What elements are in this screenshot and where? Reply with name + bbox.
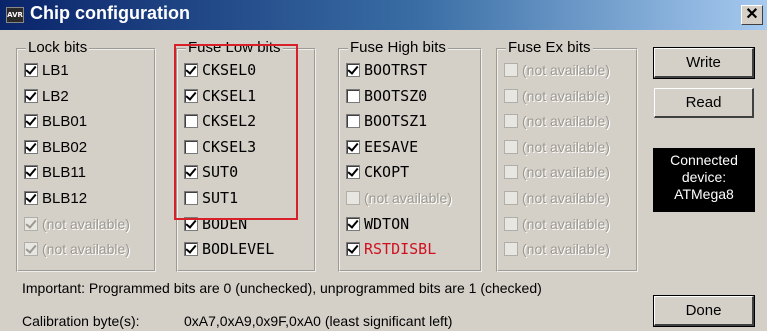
connected-device-name: ATMega8 xyxy=(674,186,734,202)
checkbox-icon xyxy=(504,88,518,103)
checkbox-icon xyxy=(24,242,38,257)
checkbox-icon[interactable] xyxy=(346,139,360,154)
fuse-ex-unavailable: (not available) xyxy=(504,160,610,186)
lock-bit-blb11[interactable]: BLB11 xyxy=(24,160,130,186)
checkbox-icon xyxy=(504,165,518,180)
lock-bit-unavailable: (not available) xyxy=(24,237,130,263)
lock-bits-title: Lock bits xyxy=(26,39,90,56)
fuse-high-ckopt[interactable]: CKOPT xyxy=(346,160,452,186)
checkbox-icon[interactable] xyxy=(346,114,360,129)
lock-bit-blb01[interactable]: BLB01 xyxy=(24,109,130,135)
lock-bit-lb2[interactable]: LB2 xyxy=(24,84,130,110)
fuse-high-rstdisbl[interactable]: RSTDISBL xyxy=(346,237,452,263)
checkbox-icon[interactable] xyxy=(346,88,360,103)
checkbox-icon[interactable] xyxy=(346,165,360,180)
connected-device-line2: device: xyxy=(681,169,727,185)
fuse-low-highlight-box xyxy=(174,44,298,220)
connected-device-line1: Connected xyxy=(670,152,738,168)
checkbox-icon xyxy=(504,190,518,205)
fuse-high-eesave[interactable]: EESAVE xyxy=(346,135,452,161)
fuse-ex-unavailable: (not available) xyxy=(504,135,610,161)
programming-note: Important: Programmed bits are 0 (unchec… xyxy=(22,280,542,296)
read-button[interactable]: Read xyxy=(654,88,754,118)
lock-bit-blb02[interactable]: BLB02 xyxy=(24,135,130,161)
lock-bits-group: Lock bits LB1 LB2 BLB01 BLB02 BLB11 BLB1… xyxy=(16,39,156,272)
fuse-high-unavailable: (not available) xyxy=(346,186,452,212)
fuse-ex-unavailable: (not available) xyxy=(504,212,610,238)
checkbox-icon[interactable] xyxy=(346,216,360,231)
fuse-high-group: Fuse High bits BOOTRST BOOTSZ0 BOOTSZ1 E… xyxy=(338,39,482,272)
lock-bit-lb1[interactable]: LB1 xyxy=(24,58,130,84)
fuse-high-bootsz1[interactable]: BOOTSZ1 xyxy=(346,109,452,135)
checkbox-icon[interactable] xyxy=(24,114,38,129)
calibration-label: Calibration byte(s): xyxy=(22,313,140,329)
checkbox-icon xyxy=(346,190,360,205)
fuse-ex-unavailable: (not available) xyxy=(504,237,610,263)
checkbox-icon[interactable] xyxy=(24,139,38,154)
avr-app-icon: AVR xyxy=(6,7,24,23)
checkbox-icon[interactable] xyxy=(346,242,360,257)
checkbox-icon[interactable] xyxy=(24,63,38,77)
checkbox-icon xyxy=(504,242,518,257)
close-button[interactable]: ✕ xyxy=(741,5,763,25)
fuse-high-bootrst[interactable]: BOOTRST xyxy=(346,58,452,84)
lock-bit-blb12[interactable]: BLB12 xyxy=(24,186,130,212)
chip-config-window: AVR Chip configuration ✕ Lock bits LB1 L… xyxy=(0,0,767,331)
checkbox-icon xyxy=(504,114,518,129)
fuse-ex-unavailable: (not available) xyxy=(504,186,610,212)
done-button[interactable]: Done xyxy=(653,295,755,327)
checkbox-icon[interactable] xyxy=(24,165,38,180)
checkbox-icon[interactable] xyxy=(184,242,198,257)
checkbox-icon xyxy=(504,216,518,231)
write-button[interactable]: Write xyxy=(653,47,755,79)
connected-device-panel: Connected device: ATMega8 xyxy=(653,148,755,212)
fuse-high-title: Fuse High bits xyxy=(348,39,448,56)
fuse-ex-unavailable: (not available) xyxy=(504,58,610,84)
checkbox-icon xyxy=(504,139,518,154)
fuse-ex-group: Fuse Ex bits (not available) (not availa… xyxy=(496,39,638,272)
checkbox-icon xyxy=(504,63,518,77)
checkbox-icon xyxy=(24,216,38,231)
fuse-ex-title: Fuse Ex bits xyxy=(506,39,593,56)
checkbox-icon[interactable] xyxy=(24,88,38,103)
fuse-ex-unavailable: (not available) xyxy=(504,109,610,135)
fuse-high-bootsz0[interactable]: BOOTSZ0 xyxy=(346,84,452,110)
calibration-value: 0xA7,0xA9,0x9F,0xA0 (least significant l… xyxy=(184,313,453,329)
title-bar: AVR Chip configuration ✕ xyxy=(0,0,767,30)
window-title: Chip configuration xyxy=(30,3,190,23)
fuse-high-wdton[interactable]: WDTON xyxy=(346,212,452,238)
fuse-low-bodlevel[interactable]: BODLEVEL xyxy=(184,237,274,263)
checkbox-icon[interactable] xyxy=(24,190,38,205)
checkbox-icon[interactable] xyxy=(346,63,360,77)
fuse-ex-unavailable: (not available) xyxy=(504,84,610,110)
lock-bit-unavailable: (not available) xyxy=(24,212,130,238)
